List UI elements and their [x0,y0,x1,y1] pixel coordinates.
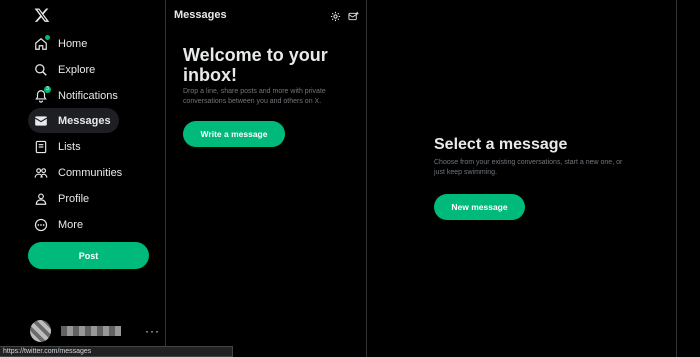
sidebar-item-label: Messages [58,114,111,127]
sidebar-item-label: Explore [58,63,96,76]
account-more-icon[interactable]: ··· [145,324,160,338]
sidebar-item-profile[interactable]: Profile [28,186,119,211]
window-edge [677,0,700,357]
welcome-heading: Welcome to your inbox! [183,45,328,85]
account-switcher[interactable]: ··· [30,318,160,344]
sidebar-item-more[interactable]: More [28,212,119,237]
browser-status-bar: https://twitter.com/messages [0,346,233,357]
post-button[interactable]: Post [28,242,149,269]
mail-icon [34,114,48,128]
select-message-heading: Select a message [434,136,568,153]
gear-icon[interactable] [330,9,341,22]
sidebar-item-lists[interactable]: Lists [28,134,119,159]
person-icon [34,192,48,206]
home-icon [34,34,50,51]
page-title: Messages [174,9,227,21]
more-circle-icon [34,218,48,232]
sidebar-item-label: Profile [58,192,90,205]
sidebar-item-explore[interactable]: Explore [28,57,119,82]
sidebar-item-label: Home [58,37,88,50]
sidebar-item-label: Communities [58,166,123,179]
sidebar-item-messages[interactable]: Messages [28,108,119,133]
write-message-button[interactable]: Write a message [183,121,285,147]
app-window: Home Explore 3 Notifications Messages Li… [0,0,700,357]
sidebar-item-label: Lists [58,140,81,153]
search-icon [34,63,48,77]
select-message-description: Choose from your existing conversations,… [434,159,623,176]
new-message-icon[interactable] [348,9,359,21]
account-name-redacted [61,326,121,336]
sidebar: Home Explore 3 Notifications Messages Li… [0,0,166,357]
messages-panel: Messages Welcome to your inbox! Drop a l… [166,0,367,357]
new-message-button[interactable]: New message [434,194,525,220]
bell-icon: 3 [34,85,51,103]
home-notification-dot [45,34,50,40]
x-logo-icon[interactable] [34,7,50,23]
sidebar-item-label: Notifications [58,89,118,102]
conversation-panel: Select a message Choose from your existi… [367,0,677,357]
people-icon [34,166,48,180]
sidebar-item-label: More [58,218,84,231]
welcome-description: Drop a line, share posts and more with p… [183,88,326,105]
list-icon [34,140,48,154]
notification-badge: 3 [44,85,51,93]
sidebar-item-home[interactable]: Home [28,31,119,56]
sidebar-item-notifications[interactable]: 3 Notifications [28,83,119,108]
avatar [30,320,52,342]
sidebar-item-communities[interactable]: Communities [28,160,123,185]
